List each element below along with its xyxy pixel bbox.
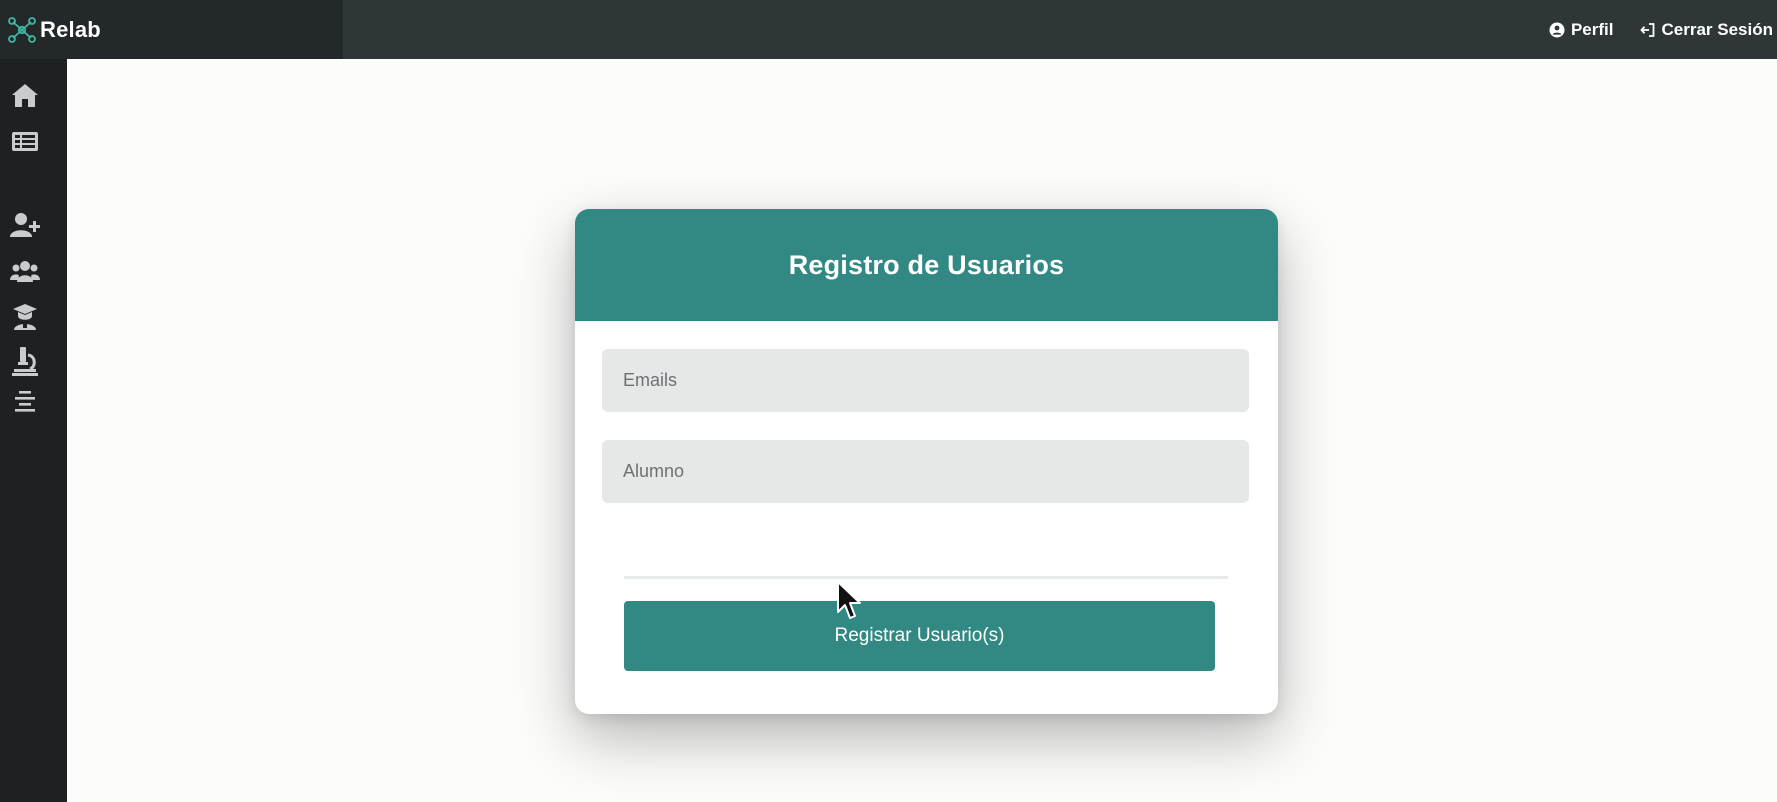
users-icon [10,261,40,282]
user-plus-icon [10,213,40,237]
main-content: Registro de Usuarios Registrar Usuario(s… [67,59,1777,802]
user-circle-icon [1549,22,1565,37]
profile-label: Perfil [1570,19,1614,39]
logout-label: Cerrar Sesión [1661,19,1774,39]
align-center-icon [15,391,35,412]
logout-link[interactable]: Cerrar Sesión [1639,19,1774,40]
sidebar-item-labs[interactable] [0,343,50,379]
registration-card: Registro de Usuarios Registrar Usuario(s… [575,209,1278,714]
page-title: Registro de Usuarios [788,249,1065,280]
register-users-button[interactable]: Registrar Usuario(s) [624,601,1215,671]
graduate-icon [13,304,37,330]
mouse-cursor-icon [837,581,861,619]
card-header: Registro de Usuarios [575,209,1278,321]
sidebar [0,59,67,802]
brand[interactable]: Relab [0,0,343,59]
sidebar-item-students[interactable] [0,299,50,335]
emails-input[interactable] [602,349,1249,412]
list-icon [12,132,38,151]
profile-link[interactable]: Perfil [1549,20,1614,40]
microscope-icon [12,347,38,376]
top-navbar: Relab Perfil Cerrar Sesión [0,0,1777,59]
sign-out-icon [1639,22,1654,37]
sidebar-item-list[interactable] [0,123,50,159]
home-icon [12,84,38,107]
sidebar-item-menu[interactable] [0,385,50,421]
sidebar-item-add-user[interactable] [0,207,50,243]
molecule-logo-icon [8,16,36,43]
divider [624,576,1228,579]
role-input[interactable] [602,440,1249,503]
sidebar-item-home[interactable] [0,77,50,113]
topnav-links: Perfil Cerrar Sesión [1549,0,1777,59]
sidebar-item-users[interactable] [0,253,50,289]
brand-name: Relab [40,16,101,42]
